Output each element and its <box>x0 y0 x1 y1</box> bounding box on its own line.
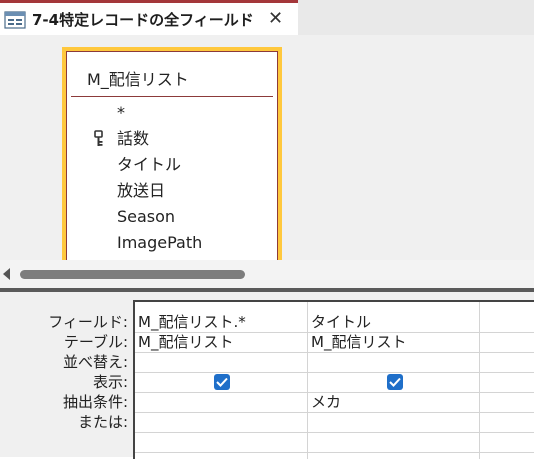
row-label-table: テーブル: <box>63 333 128 351</box>
checkmark-icon <box>389 377 401 387</box>
checkmark-icon <box>216 377 228 387</box>
field-item-imagepath[interactable]: ImagePath <box>67 230 277 256</box>
query-icon <box>4 11 26 29</box>
table-name: M_配信リスト <box>87 70 189 89</box>
field-item-episode[interactable]: 話数 <box>67 126 277 152</box>
field-item-airdate[interactable]: 放送日 <box>67 178 277 204</box>
field-item-season[interactable]: Season <box>67 204 277 230</box>
primary-key-icon <box>94 130 103 146</box>
row-label-field: フィールド: <box>48 313 128 331</box>
close-icon[interactable]: ✕ <box>268 8 283 29</box>
row-label-or: または: <box>77 413 128 431</box>
grid-cell-field-2[interactable]: タイトル <box>311 312 371 332</box>
tab-title: 7-4特定レコードの全フィールド <box>32 11 254 29</box>
row-label-show: 表示: <box>92 373 128 391</box>
grid-cell-table-2[interactable]: M_配信リスト <box>311 332 406 352</box>
tab-bar: 7-4特定レコードの全フィールド ✕ <box>0 0 534 35</box>
query-tab[interactable]: 7-4特定レコードの全フィールド ✕ <box>0 0 298 35</box>
field-item-title[interactable]: タイトル <box>67 152 277 178</box>
grid-cell-table-1[interactable]: M_配信リスト <box>138 332 233 352</box>
field-list: * 話数 タイトル 放送日 Season ImagePath <box>67 100 277 256</box>
row-label-criteria: 抽出条件: <box>62 393 128 411</box>
field-item-all[interactable]: * <box>67 100 277 126</box>
grid-cell-criteria-2[interactable]: メカ <box>311 392 341 412</box>
scroll-left-icon[interactable] <box>3 268 10 280</box>
show-checkbox-1[interactable] <box>214 374 230 390</box>
table-pane: M_配信リスト * 話数 タイトル 放送日 Season ImagePath <box>0 35 534 260</box>
show-checkbox-2[interactable] <box>387 374 403 390</box>
row-label-sort: 並べ替え: <box>62 353 128 371</box>
horizontal-scrollbar[interactable] <box>0 260 534 288</box>
design-grid-pane: フィールド: テーブル: 並べ替え: 表示: 抽出条件: または: M_配信リス… <box>0 292 534 459</box>
table-title-divider <box>71 96 273 97</box>
scroll-thumb[interactable] <box>20 270 245 279</box>
field-list-window[interactable]: M_配信リスト * 話数 タイトル 放送日 Season ImagePath <box>62 47 282 260</box>
grid-cell-field-1[interactable]: M_配信リスト.* <box>138 312 246 332</box>
query-design-grid: M_配信リスト.* M_配信リスト タイトル M_配信リスト メカ <box>133 300 534 459</box>
